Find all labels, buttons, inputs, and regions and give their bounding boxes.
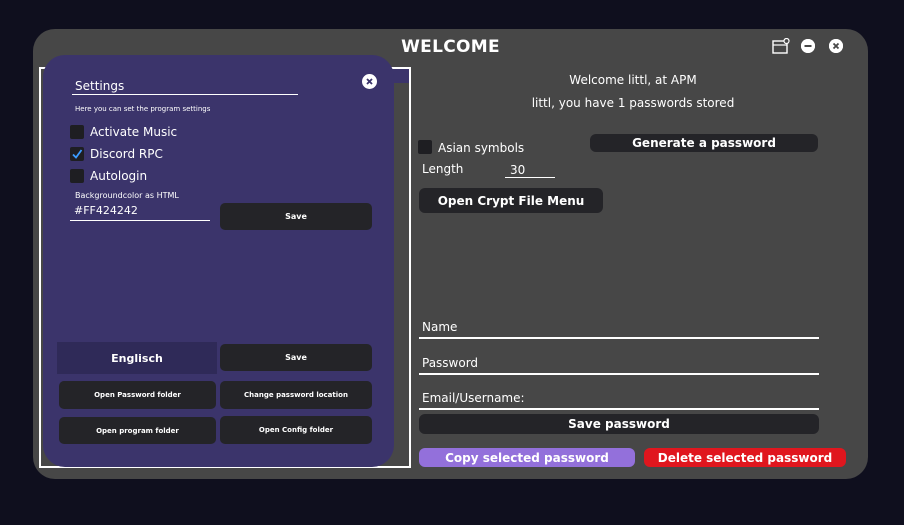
open-config-folder-button[interactable]: Open Config folder [220,416,372,444]
autologin-option[interactable]: Autologin [70,169,147,183]
close-icon[interactable] [829,39,843,53]
welcome-message: Welcome littl, at APM [569,73,697,87]
autologin-checkbox[interactable] [70,169,84,183]
minimize-icon[interactable] [801,39,815,53]
password-count-message: littl, you have 1 passwords stored [531,96,735,110]
main-window: WELCOME Welcome littl, at APM littl, you… [33,29,868,479]
asian-symbols-label: Asian symbols [438,141,525,155]
window-title: WELCOME [401,37,500,57]
password-field[interactable]: Password [419,353,819,375]
change-password-location-button[interactable]: Change password location [220,381,372,409]
open-password-folder-button[interactable]: Open Password folder [59,381,216,409]
settings-description: Here you can set the program settings [75,105,211,113]
discord-rpc-label: Discord RPC [90,147,163,161]
discord-rpc-checkbox[interactable] [70,147,84,161]
activate-music-option[interactable]: Activate Music [70,125,177,139]
discord-rpc-option[interactable]: Discord RPC [70,147,163,161]
open-program-folder-button[interactable]: Open program folder [59,417,216,444]
settings-panel: Settings Here you can set the program se… [43,55,394,467]
background-color-input[interactable]: #FF424242 [70,204,210,221]
save-password-button[interactable]: Save password [419,414,819,434]
activate-music-label: Activate Music [90,125,178,139]
open-crypt-file-menu-button[interactable]: Open Crypt File Menu [419,188,603,213]
settings-title: Settings [72,79,298,95]
save-language-button[interactable]: Save [220,344,372,371]
copy-selected-password-button[interactable]: Copy selected password [419,448,635,467]
asian-symbols-option[interactable]: Asian symbols [418,138,524,155]
generate-password-button[interactable]: Generate a password [590,134,818,152]
close-settings-icon[interactable] [362,74,377,89]
name-field[interactable]: Name [419,317,819,339]
activate-music-checkbox[interactable] [70,125,84,139]
save-background-button[interactable]: Save [220,203,372,230]
asian-symbols-checkbox[interactable] [418,139,432,154]
autologin-label: Autologin [90,169,148,183]
delete-selected-password-button[interactable]: Delete selected password [644,448,846,467]
background-color-label: Backgroundcolor as HTML [75,191,179,200]
window-settings-icon[interactable] [772,37,790,54]
language-select[interactable]: Englisch [57,342,217,374]
length-input[interactable]: 30 [505,163,555,178]
email-field[interactable]: Email/Username: [419,388,819,410]
length-label: Length [422,162,464,176]
